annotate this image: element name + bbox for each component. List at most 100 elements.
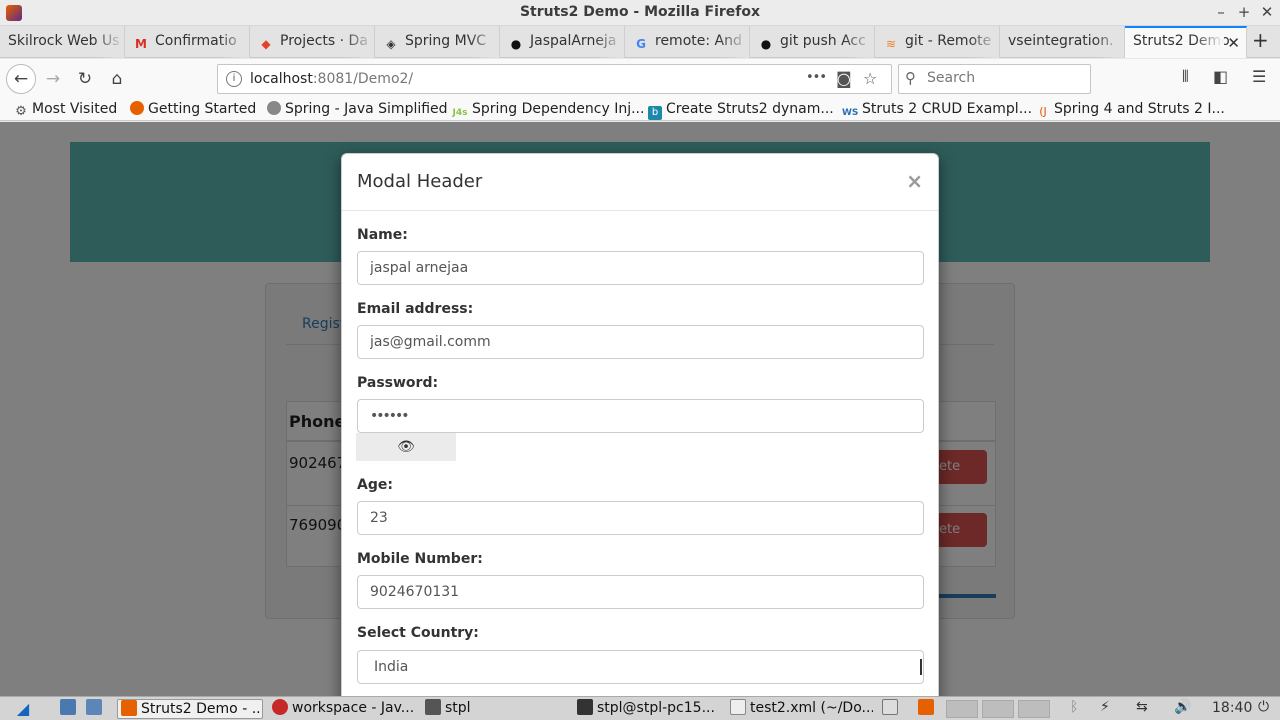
home-button[interactable]: ⌂ (102, 65, 132, 93)
mobile-label: Mobile Number: (357, 551, 483, 567)
bookmark-spring4-struts2[interactable]: (J Spring 4 and Struts 2 I... (1036, 101, 1225, 119)
modal-close-button[interactable]: × (906, 169, 923, 193)
tab-vseintegration[interactable]: vseintegration. (1000, 26, 1125, 58)
bookmark-create-struts2[interactable]: b Create Struts2 dynam... (648, 101, 834, 120)
age-label: Age: (357, 477, 393, 493)
search-input[interactable] (927, 70, 1077, 86)
page-viewport: Regist Phone 902467 ete 769090 ete Modal… (0, 122, 1280, 696)
tab-github-jaspal[interactable]: ● JaspalArneja (500, 26, 625, 58)
search-bar[interactable]: ⚲ (898, 64, 1091, 94)
document-icon (730, 699, 746, 715)
tab-skilrock[interactable]: Skilrock Web Us (0, 26, 125, 58)
show-password-button[interactable]: 👁 (356, 433, 456, 461)
tab-google-remote[interactable]: Gremote: And (625, 26, 750, 58)
age-input[interactable] (357, 501, 924, 535)
menu-icon[interactable]: ☰ (1252, 67, 1266, 86)
eye-icon: 👁 (397, 439, 415, 455)
page-actions-icon[interactable]: ••• (806, 70, 827, 85)
search-icon: ⚲ (905, 69, 916, 87)
network-icon[interactable]: ⇆ (1136, 699, 1148, 715)
country-label: Select Country: (357, 625, 479, 641)
tab-git-push[interactable]: ● git push Acc (750, 26, 875, 58)
tab-spring-mvc[interactable]: ◈ Spring MVC (375, 26, 500, 58)
pocket-icon[interactable]: ◙ (836, 69, 852, 88)
name-label: Name: (357, 227, 408, 243)
library-icon[interactable]: ⫴ (1182, 67, 1189, 87)
text-caret (920, 659, 922, 675)
show-desktop-icon[interactable] (60, 699, 80, 719)
url-text[interactable]: localhost:8081/Demo2/ (250, 71, 413, 87)
bookmark-most-visited[interactable]: ⚙ Most Visited (14, 101, 117, 119)
spring-icon: ◈ (386, 37, 396, 51)
bookmark-label: Create Struts2 dynam... (666, 101, 834, 117)
password-input[interactable] (357, 399, 924, 433)
country-selected-value: India (374, 659, 409, 675)
maximize-button[interactable]: + (1235, 3, 1253, 21)
country-select[interactable]: India (357, 650, 924, 684)
tab-git-remote[interactable]: ≋ git - Remote (875, 26, 1000, 58)
window-title: Struts2 Demo - Mozilla Firefox (519, 4, 761, 20)
taskbar-firefox[interactable]: Struts2 Demo - ... (117, 699, 263, 719)
workspace-1[interactable] (946, 700, 978, 718)
workspace-2[interactable] (982, 700, 1014, 718)
terminal-icon (577, 699, 593, 715)
bookmark-label: Spring 4 and Struts 2 I... (1054, 101, 1225, 117)
modal-dialog: Modal Header × Name: Email address: Pass… (341, 153, 939, 696)
tab-strip: Skilrock Web Us M Confirmatio ◆ Projects ·… (0, 26, 1280, 58)
firefox-icon (121, 700, 137, 716)
taskbar-label: workspace - Jav... (292, 700, 415, 716)
power-icon[interactable]: ⚡ (1100, 699, 1110, 715)
volume-icon[interactable]: 🔊 (1174, 699, 1191, 715)
close-window-button[interactable]: ✕ (1258, 3, 1276, 21)
taskbar-text-editor[interactable]: test2.xml (~/Do... (728, 699, 873, 719)
window-list-icon[interactable] (882, 699, 902, 719)
name-input[interactable] (357, 251, 924, 285)
site-info-icon[interactable]: i (226, 71, 242, 87)
taskbar-terminal[interactable]: stpl@stpl-pc15... (575, 699, 723, 719)
stackoverflow-icon: ≋ (885, 37, 897, 51)
email-input[interactable] (357, 325, 924, 359)
navigation-toolbar: ← → ↻ ⌂ i localhost:8081/Demo2/ ••• ◙ ☆ … (0, 59, 1280, 99)
minimize-button[interactable]: – (1212, 3, 1230, 21)
gmail-icon: M (135, 37, 147, 51)
sidebar-icon[interactable]: ◧ (1213, 67, 1228, 86)
globe-icon (267, 101, 281, 115)
bookmark-struts2-crud[interactable]: WS Struts 2 CRUD Exampl... (842, 101, 1032, 120)
gitlab-icon: ◆ (261, 37, 271, 51)
bookmark-label: Spring - Java Simplified (285, 101, 448, 117)
tab-gitlab[interactable]: ◆ Projects · Da (250, 26, 375, 58)
tab-struts2-demo[interactable]: Struts2 Demo ✕ (1125, 26, 1247, 58)
bluetooth-icon[interactable]: ᛒ (1070, 699, 1078, 715)
new-tab-button[interactable]: + (1252, 28, 1269, 52)
user-menu-icon[interactable]: ⏻ (1258, 699, 1269, 715)
modal-header: Modal Header × (342, 154, 938, 211)
taskbar-label: stpl@stpl-pc15... (597, 700, 715, 716)
back-button[interactable]: ← (6, 64, 36, 94)
taskbar-folder-stpl[interactable]: stpl (423, 699, 568, 719)
forward-button[interactable]: → (38, 65, 68, 93)
bookmark-label: Getting Started (148, 101, 257, 117)
url-bar[interactable]: i localhost:8081/Demo2/ ••• ◙ ☆ (217, 64, 892, 94)
tray-firefox-icon[interactable] (918, 699, 938, 719)
reload-button[interactable]: ↻ (70, 65, 100, 93)
close-tab-icon[interactable]: ✕ (1227, 34, 1240, 52)
folder-icon (425, 699, 441, 715)
workspace-switcher-icon[interactable] (86, 699, 106, 719)
j4s-icon: J4s (452, 108, 468, 118)
workspace-3[interactable] (1018, 700, 1050, 718)
taskbar-eclipse[interactable]: workspace - Jav... (270, 699, 418, 719)
taskbar-label: stpl (445, 700, 471, 716)
tab-gmail[interactable]: M Confirmatio (125, 26, 250, 58)
bookmark-spring-dependency[interactable]: J4s Spring Dependency Inj... (452, 101, 645, 120)
bookmark-getting-started[interactable]: Getting Started (130, 101, 256, 117)
bookmark-label: Most Visited (32, 101, 118, 117)
password-label: Password: (357, 375, 439, 391)
bookmark-label: Struts 2 CRUD Exampl... (862, 101, 1033, 117)
clock[interactable]: 18:40 (1212, 700, 1252, 716)
start-menu-icon[interactable]: ◢ (8, 699, 38, 719)
bookmark-spring-java-simplified[interactable]: Spring - Java Simplified (267, 101, 448, 117)
bookmark-star-icon[interactable]: ☆ (863, 69, 877, 88)
firefox-icon (130, 101, 144, 115)
bookmark-label: Spring Dependency Inj... (472, 101, 645, 117)
mobile-input[interactable] (357, 575, 924, 609)
